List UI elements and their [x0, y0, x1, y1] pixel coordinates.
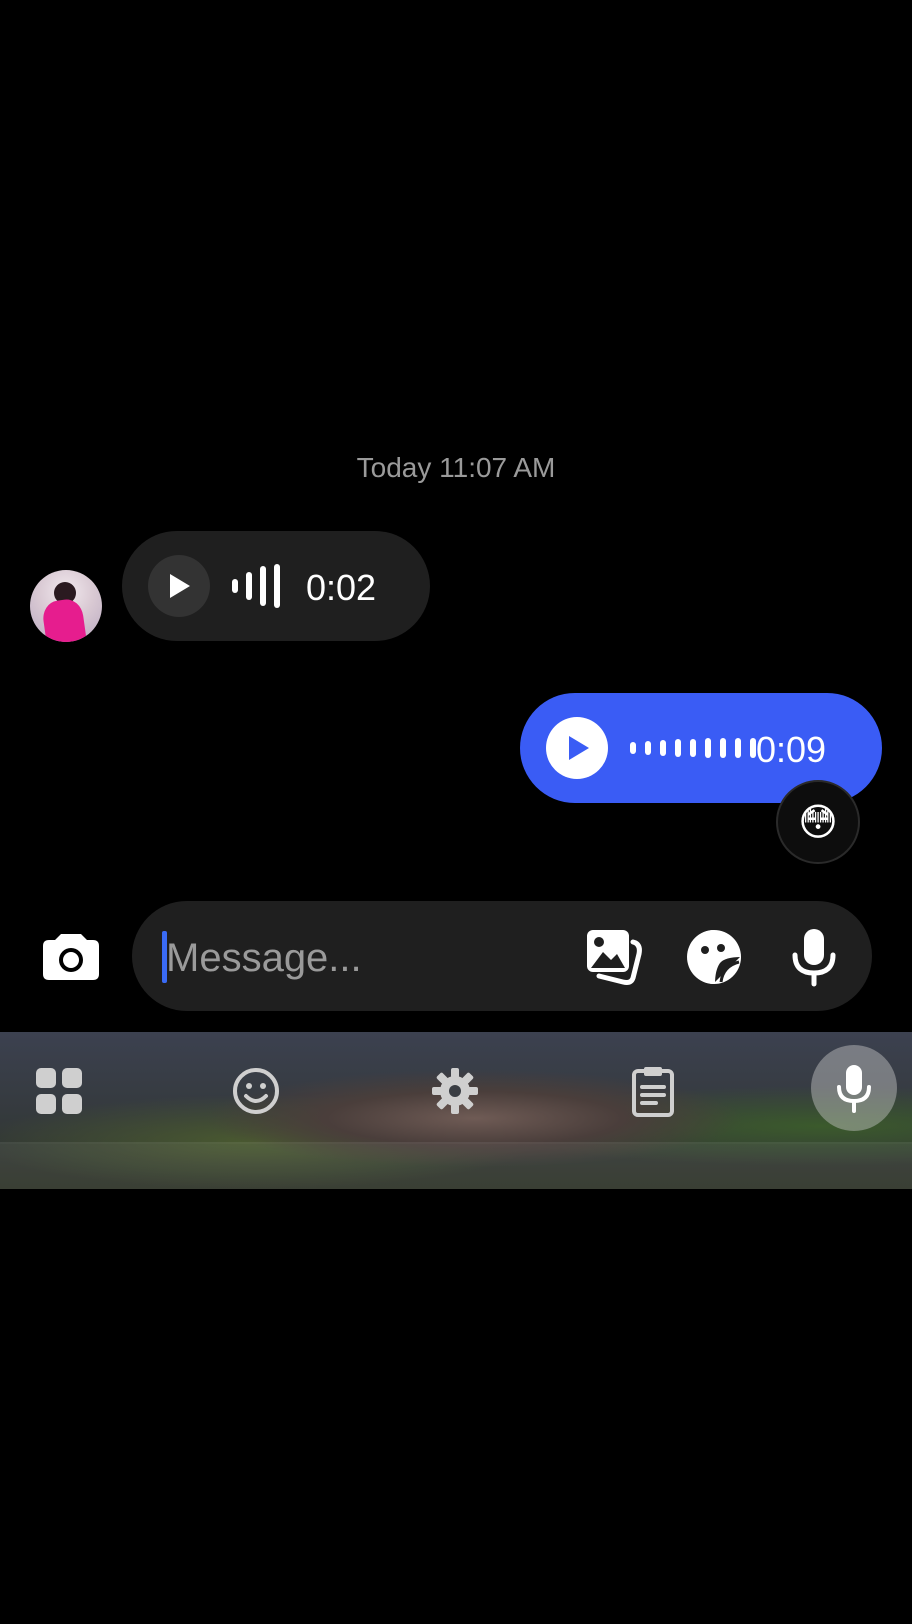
gallery-button[interactable] — [584, 927, 644, 987]
waveform-bar — [675, 739, 681, 757]
grid-icon — [36, 1068, 82, 1114]
avatar-dress — [40, 597, 88, 642]
smiley-icon — [233, 1068, 279, 1114]
keyboard-settings-button[interactable] — [426, 1062, 484, 1120]
sticker-icon — [687, 930, 741, 985]
microphone-icon — [837, 1065, 871, 1113]
waveform-bar — [246, 572, 252, 600]
waveform-bar — [705, 738, 711, 758]
waveform-bar — [274, 564, 280, 608]
play-button[interactable] — [148, 555, 210, 617]
waveform — [630, 731, 756, 765]
keyboard-emoji-button[interactable] — [227, 1062, 285, 1120]
waveform-bar — [660, 740, 666, 756]
waveform-bar — [630, 742, 636, 754]
keyboard-apps-button[interactable] — [30, 1062, 88, 1120]
voice-duration: 0:02 — [306, 567, 377, 608]
gear-icon — [432, 1068, 478, 1114]
clipboard-icon — [632, 1067, 674, 1117]
incoming-voice-message[interactable]: 0:02 — [122, 531, 430, 641]
microphone-icon — [792, 929, 836, 987]
waveform-bar — [735, 738, 741, 758]
keyboard-voice-input-button[interactable] — [811, 1045, 897, 1131]
keyboard-clipboard-button[interactable] — [624, 1062, 682, 1120]
voice-record-button[interactable] — [784, 927, 844, 987]
message-composer — [132, 901, 872, 1011]
voice-duration: 0:09 — [756, 729, 827, 770]
sticker-button[interactable] — [684, 927, 744, 987]
waveform — [232, 564, 280, 608]
message-timestamp: Today 11:07 AM — [356, 452, 556, 483]
camera-button[interactable] — [38, 924, 104, 990]
waveform-bar — [232, 579, 238, 593]
keyboard-toolbar — [0, 1032, 912, 1189]
waveform-bar — [720, 738, 726, 758]
chat-screen: Today 11:07 AM 0:02 0:09 😳 Message... — [0, 0, 912, 1624]
play-icon — [170, 574, 190, 598]
avatar[interactable] — [30, 570, 102, 642]
play-icon — [569, 736, 589, 760]
reaction-emoji[interactable]: 😳 — [776, 780, 860, 864]
message-input[interactable] — [164, 929, 548, 987]
keyboard-strip — [0, 1144, 912, 1189]
camera-icon — [43, 934, 99, 980]
image-gallery-icon — [587, 930, 642, 985]
waveform-bar — [260, 566, 266, 606]
waveform-bar — [690, 739, 696, 757]
waveform-bar — [645, 741, 651, 755]
play-button[interactable] — [546, 717, 608, 779]
